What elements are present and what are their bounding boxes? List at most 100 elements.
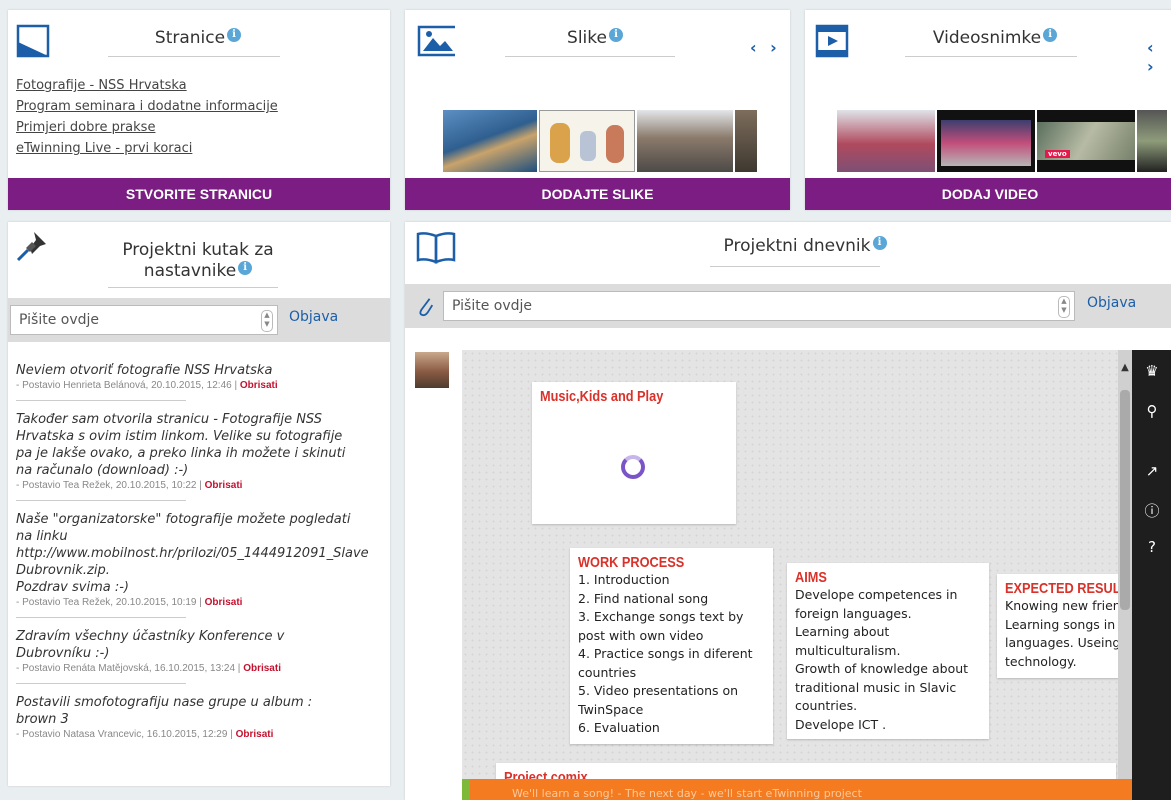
board-toolbar: ♛ ⚲ ↗ ⓘ ? (1132, 350, 1171, 800)
board-note-work-process[interactable]: WORK PROCESS 1. Introduction 2. Find nat… (570, 548, 773, 744)
diary-post-input[interactable]: Pišite ovdje ▲ ▼ (443, 291, 1075, 321)
video-thumbnail[interactable] (837, 110, 935, 172)
images-title-wrap: Slike i (505, 28, 685, 48)
info-icon[interactable]: i (238, 261, 253, 275)
teachers-post-bar: Pišite ovdje ▲ ▼ Objava (8, 298, 390, 342)
video-thumbnail[interactable]: vevo (1037, 110, 1135, 172)
image-thumbnail[interactable] (539, 110, 635, 172)
page-link[interactable]: Program seminara i dodatne informacije (16, 99, 278, 114)
video-thumbnail[interactable] (937, 110, 1035, 172)
help-icon[interactable]: ? (1132, 538, 1171, 556)
delete-link[interactable]: Obrisati (240, 380, 278, 391)
pushpin-icon (16, 232, 46, 262)
feed-text: Postavili smofotografiju nase grupe u al… (16, 695, 313, 727)
note-title: Music,Kids and Play (540, 388, 664, 405)
image-thumbnail[interactable] (637, 110, 733, 172)
info-icon[interactable]: ⓘ (1132, 500, 1171, 521)
board-note-aims[interactable]: AIMS Develope competences in foreign lan… (787, 563, 989, 739)
resize-spinner-icon[interactable]: ▲ ▼ (1058, 296, 1070, 318)
feed-text: Zdravím všechny účastníky Konference v D… (16, 629, 285, 661)
video-thumbnail[interactable] (1137, 110, 1167, 172)
diary-title: Projektni dnevnik (723, 236, 871, 256)
crown-icon[interactable]: ♛ (1132, 362, 1171, 380)
teachers-corner-title-wrap: Projektni kutak za nastavnike i (108, 240, 288, 282)
ticker-green-marker (462, 779, 470, 800)
page-link[interactable]: Fotografije - NSS Hrvatska (16, 78, 278, 93)
project-diary-card: Projektni dnevnik i Pišite ovdje ▲ ▼ Objav… (405, 222, 1171, 800)
diary-post-bar: Pišite ovdje ▲ ▼ Objava (405, 284, 1171, 328)
video-icon (815, 24, 849, 58)
board-note-expected-results[interactable]: EXPECTED RESULTS Knowing new friends Lea… (997, 574, 1132, 678)
board-scrollbar[interactable]: ▲ (1118, 350, 1132, 780)
user-avatar[interactable] (415, 352, 449, 388)
feed-author: - Postavio Tea Režek, 20.10.2015, 10:22 … (16, 480, 202, 491)
title-divider (905, 56, 1077, 57)
resize-spinner-icon[interactable]: ▲ ▼ (261, 310, 273, 332)
feed-divider (16, 500, 186, 501)
add-images-button[interactable]: DODAJTE SLIKE (405, 178, 790, 210)
pages-icon (16, 24, 50, 58)
delete-link[interactable]: Obrisati (205, 480, 243, 491)
embedded-board[interactable]: Music,Kids and Play WORK PROCESS 1. Intr… (462, 350, 1132, 800)
images-title: Slike (567, 28, 607, 48)
image-thumbnail[interactable] (735, 110, 757, 172)
title-divider (108, 56, 280, 57)
scrollbar-thumb[interactable] (1120, 390, 1130, 610)
create-page-button[interactable]: STVORITE STRANICU (8, 178, 390, 210)
pages-title: Stranice (154, 28, 226, 48)
page-link[interactable]: eTwinning Live - prvi koraci (16, 141, 278, 156)
teachers-corner-card: Projektni kutak za nastavnike i Pišite ov… (8, 222, 390, 786)
pages-card: Stranice i Fotografije - NSS Hrvatska Pro… (8, 10, 390, 210)
board-note-music[interactable]: Music,Kids and Play (532, 382, 736, 524)
ticker-bar: We'll learn a song! - The next day - we'… (462, 779, 1132, 800)
teachers-post-button[interactable]: Objava (289, 309, 338, 325)
title-divider (108, 287, 278, 288)
book-icon (416, 232, 456, 264)
info-icon[interactable]: i (872, 236, 887, 250)
input-placeholder: Pišite ovdje (452, 298, 533, 314)
share-icon[interactable]: ↗ (1132, 462, 1171, 480)
delete-link[interactable]: Obrisati (205, 597, 243, 608)
loading-spinner-icon (621, 455, 645, 479)
add-video-button[interactable]: DODAJ VIDEO (805, 178, 1171, 210)
search-icon[interactable]: ⚲ (1132, 402, 1171, 420)
feed-meta: - Postavio Henrieta Belánová, 20.10.2015… (16, 380, 384, 391)
note-body: Develope competences in foreign language… (795, 587, 969, 732)
feed-author: - Postavio Natasa Vrancevic, 16.10.2015,… (16, 729, 233, 740)
paperclip-icon[interactable] (417, 294, 435, 318)
diary-title-wrap: Projektni dnevnik i (705, 236, 905, 256)
feed-item: Zdravím všechny účastníky Konference v D… (16, 628, 384, 684)
feed-meta: - Postavio Renáta Matějovská, 16.10.2015… (16, 663, 384, 674)
info-icon[interactable]: i (1043, 28, 1058, 42)
videos-nav-arrows[interactable]: ‹ › (1147, 38, 1171, 76)
info-icon[interactable]: i (227, 28, 242, 42)
pages-title-wrap: Stranice i (108, 28, 288, 48)
feed-author: - Postavio Renáta Matějovská, 16.10.2015… (16, 663, 241, 674)
note-body: Knowing new friends Learning songs in la… (1005, 598, 1132, 669)
teachers-feed: Neviem otvoriť fotografie NSS Hrvatska -… (16, 362, 384, 750)
note-title: WORK PROCESS (578, 554, 685, 571)
videos-card: Videosnimke i ‹ › vevo DODAJ VIDEO (805, 10, 1171, 210)
images-card: Slike i ‹ › DODAJTE SLIKE (405, 10, 790, 210)
vevo-label: vevo (1045, 150, 1070, 158)
page-link[interactable]: Primjeri dobre prakse (16, 120, 278, 135)
note-body: 1. Introduction 2. Find national song 3.… (578, 572, 753, 735)
image-thumbnail[interactable] (443, 110, 537, 172)
feed-text: Neviem otvoriť fotografie NSS Hrvatska (16, 363, 273, 378)
diary-post-button[interactable]: Objava (1087, 295, 1136, 311)
delete-link[interactable]: Obrisati (243, 663, 281, 674)
delete-link[interactable]: Obrisati (236, 729, 274, 740)
feed-text: Naše "organizatorske" fotografije možete… (16, 512, 369, 595)
feed-item: Također sam otvorila stranicu - Fotograf… (16, 411, 384, 501)
info-icon[interactable]: i (608, 28, 623, 42)
images-nav-arrows[interactable]: ‹ › (750, 38, 781, 57)
title-divider (710, 266, 880, 267)
feed-item: Neviem otvoriť fotografie NSS Hrvatska -… (16, 362, 384, 401)
teachers-post-input[interactable]: Pišite ovdje ▲ ▼ (10, 305, 278, 335)
feed-author: - Postavio Tea Režek, 20.10.2015, 10:19 … (16, 597, 202, 608)
feed-divider (16, 400, 186, 401)
title-divider (505, 56, 675, 57)
scroll-up-icon[interactable]: ▲ (1118, 362, 1132, 373)
input-placeholder: Pišite ovdje (19, 312, 100, 328)
note-title: AIMS (795, 569, 827, 586)
